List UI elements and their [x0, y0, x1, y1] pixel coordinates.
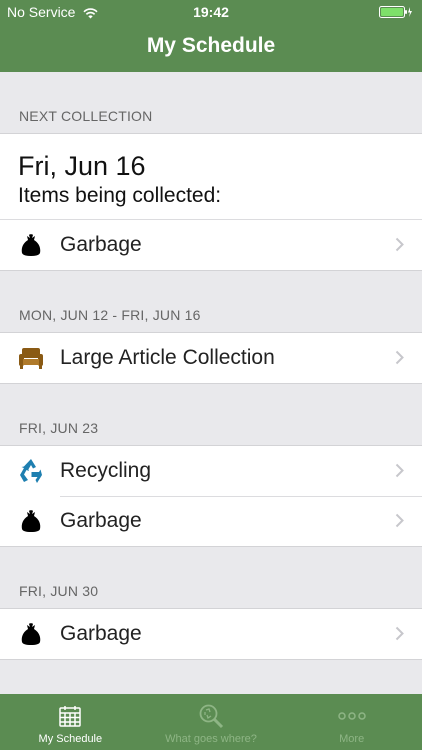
armchair-icon — [18, 345, 44, 371]
next-collection-date: Fri, Jun 16 — [18, 151, 146, 181]
list-item-garbage[interactable]: Garbage — [0, 220, 422, 270]
garbage-bag-icon — [18, 621, 44, 647]
section-header-jun30: FRI, JUN 30 — [0, 547, 422, 609]
chevron-right-icon — [395, 350, 404, 365]
section-group: Garbage — [0, 609, 422, 660]
list-item-label: Recycling — [60, 459, 152, 482]
recycling-icon — [18, 458, 44, 484]
tab-label: My Schedule — [38, 733, 103, 745]
chevron-right-icon — [395, 626, 404, 641]
tab-label: More — [339, 733, 365, 745]
next-collection-summary: Fri, Jun 16 Items being collected: — [0, 134, 422, 220]
next-collection-subtitle: Items being collected: — [18, 184, 222, 207]
more-dots-icon — [337, 703, 366, 729]
tab-my-schedule[interactable]: My Schedule — [0, 694, 141, 750]
list-item-label: Garbage — [60, 622, 142, 645]
list-item-label: Garbage — [60, 233, 142, 256]
section-header-jun23: FRI, JUN 23 — [0, 384, 422, 446]
garbage-bag-icon — [18, 232, 44, 258]
search-recycle-icon — [198, 703, 224, 729]
section-header-next-collection: NEXT COLLECTION — [0, 72, 422, 134]
calendar-icon — [58, 703, 82, 729]
list-item-recycling[interactable]: Recycling — [0, 446, 422, 496]
status-bar: No Service 19:42 — [0, 0, 422, 24]
header: No Service 19:42 My Schedule — [0, 0, 422, 72]
chevron-right-icon — [395, 237, 404, 252]
chevron-right-icon — [395, 463, 404, 478]
list-item-garbage[interactable]: Garbage — [0, 609, 422, 659]
tab-label: What goes where? — [165, 733, 257, 745]
tab-more[interactable]: More — [281, 694, 422, 750]
section-group: Recycling Garbage — [0, 446, 422, 547]
status-time: 19:42 — [193, 4, 229, 20]
tab-bar: My Schedule What goes where? More — [0, 694, 422, 750]
next-collection-group: Fri, Jun 16 Items being collected: Garba… — [0, 134, 422, 271]
list-item-label: Large Article Collection — [60, 346, 275, 369]
list-item-label: Garbage — [60, 509, 142, 532]
tab-what-goes-where[interactable]: What goes where? — [141, 694, 282, 750]
section-header-jun12-16: MON, JUN 12 - FRI, JUN 16 — [0, 271, 422, 333]
garbage-bag-icon — [18, 508, 44, 534]
list-item-garbage[interactable]: Garbage — [0, 496, 422, 546]
page-title: My Schedule — [146, 34, 276, 57]
battery-icon — [379, 6, 412, 18]
schedule-list[interactable]: NEXT COLLECTION Fri, Jun 16 Items being … — [0, 72, 422, 694]
chevron-right-icon — [395, 513, 404, 528]
section-group: Large Article Collection — [0, 333, 422, 384]
list-item-large-article[interactable]: Large Article Collection — [0, 333, 422, 383]
